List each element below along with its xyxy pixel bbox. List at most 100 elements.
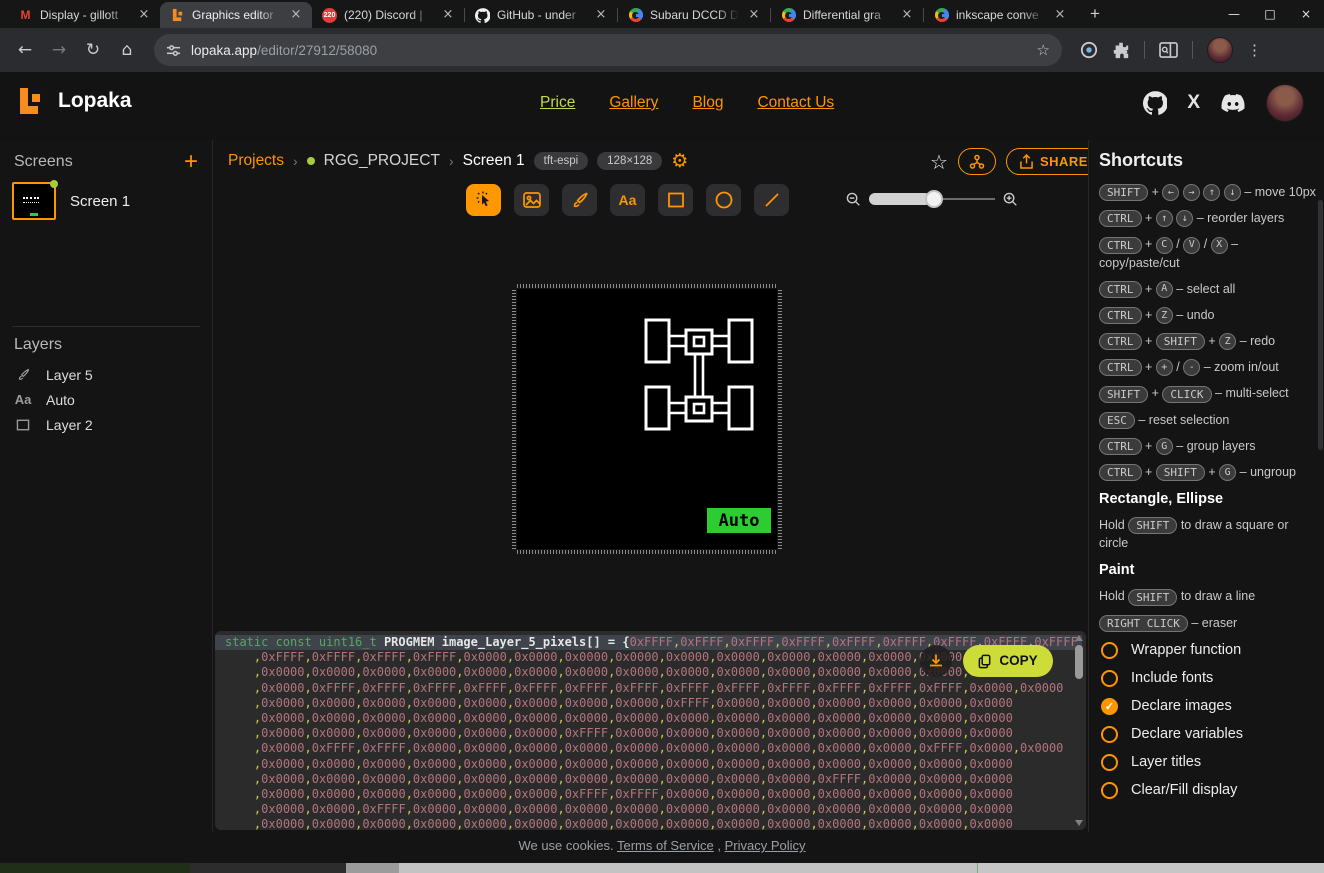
zoom-slider-knob[interactable] [925,190,943,208]
brand[interactable]: Lopaka [16,86,132,116]
reload-icon[interactable]: ↻ [76,40,110,60]
nav-link-blog[interactable]: Blog [692,94,723,112]
shortcut-row: Hold SHIFT to draw a square or circle [1099,516,1318,552]
option-declare-variables[interactable]: Declare variables [1101,720,1318,748]
browser-tab-1[interactable]: MDisplay - gillott× [8,2,160,28]
auto-text-layer[interactable]: Auto [707,508,771,533]
favorite-star-icon[interactable]: ☆ [930,150,948,174]
shortcut-row: Hold SHIFT to draw a line [1099,587,1318,605]
breadcrumb-projects-link[interactable]: Projects [228,152,284,170]
code-scrollbar[interactable] [1074,633,1084,828]
back-icon[interactable]: ← [8,40,42,60]
tabs-container: MDisplay - gillott×Graphics editor×220(2… [8,2,1076,28]
zoom-slider[interactable] [869,190,995,208]
tool-paint-button[interactable] [562,184,597,216]
screen-list-item[interactable]: Screen 1 [12,182,130,220]
layer-item-layer-5[interactable]: Layer 5 [14,362,202,387]
browser-tab-6[interactable]: Differential gra× [771,2,923,28]
radio-icon[interactable] [1101,782,1118,799]
option-include-fonts[interactable]: Include fonts [1101,664,1318,692]
tool-text-button[interactable]: Aa [610,184,645,216]
desktop-light-sliver [978,863,1324,873]
screen-label[interactable]: Screen 1 [70,193,130,210]
option-layer-titles[interactable]: Layer titles [1101,748,1318,776]
browser-tab-3[interactable]: 220(220) Discord |× [312,2,464,28]
share-label: SHARE [1040,154,1088,169]
add-screen-button[interactable]: + [184,152,198,172]
tool-select-button[interactable] [466,184,501,216]
fork-button[interactable] [958,148,996,175]
browser-tab-2[interactable]: Graphics editor× [160,2,312,28]
editor-canvas[interactable]: Auto [517,289,777,549]
tool-rectangle-button[interactable] [658,184,693,216]
option-label: Declare images [1131,698,1232,714]
option-clear-fill-display[interactable]: Clear/Fill display [1101,776,1318,804]
download-button[interactable] [920,645,952,677]
new-tab-button[interactable]: + [1082,2,1108,28]
profile-avatar[interactable] [1266,84,1304,122]
close-button[interactable]: × [1288,0,1324,28]
privacy-link[interactable]: Privacy Policy [725,838,806,853]
zoom-out-icon[interactable] [846,192,861,207]
tab-close-icon[interactable]: × [593,7,609,23]
browser-tab-5[interactable]: Subaru DCCD D× [618,2,770,28]
page-scrollbar-thumb[interactable] [1318,200,1323,450]
tool-ellipse-button[interactable] [706,184,741,216]
code-output-panel[interactable]: static const uint16_t PROGMEM image_Laye… [215,631,1086,830]
key-badge: CTRL [1099,307,1142,324]
nav-link-gallery[interactable]: Gallery [609,94,658,112]
copy-button[interactable]: COPY [963,645,1053,677]
extensions-puzzle-icon[interactable] [1112,41,1130,59]
browser-tab-4[interactable]: GitHub - under× [465,2,617,28]
radio-icon[interactable] [1101,726,1118,743]
github-icon[interactable] [1143,91,1167,115]
key-badge: RIGHT CLICK [1099,615,1188,632]
tab-close-icon[interactable]: × [136,7,152,23]
nav-link-price[interactable]: Price [540,94,575,112]
tab-close-icon[interactable]: × [899,7,915,23]
browser-menu-icon[interactable]: ⋮ [1247,41,1262,59]
option-wrapper-function[interactable]: Wrapper function [1101,636,1318,664]
site-settings-icon[interactable] [166,43,181,58]
extension-icon[interactable] [1080,41,1098,59]
layer-item-layer-2[interactable]: Layer 2 [14,412,202,437]
tab-close-icon[interactable]: × [746,7,762,23]
radio-icon[interactable] [1101,670,1118,687]
address-bar[interactable]: lopaka.app/editor/27912/58080 ☆ [154,34,1062,66]
browser-tab-7[interactable]: inkscape conve× [924,2,1076,28]
bookmark-star-icon[interactable]: ☆ [1037,41,1050,59]
tool-line-button[interactable] [754,184,789,216]
shortcut-text: to draw a line [1181,589,1255,603]
code-scrollbar-thumb[interactable] [1075,645,1083,679]
tab-close-icon[interactable]: × [440,7,456,23]
scroll-up-icon[interactable] [1075,635,1083,641]
tool-image-button[interactable] [514,184,549,216]
layer-label: Auto [46,392,75,408]
radio-icon[interactable] [1101,642,1118,659]
code-line: ,0x0000,0xFFFF,0xFFFF,0xFFFF,0xFFFF,0xFF… [225,681,1072,696]
nav-link-contact-us[interactable]: Contact Us [757,94,834,112]
zoom-in-icon[interactable] [1003,192,1018,207]
radio-checked-icon[interactable]: ✓ [1101,698,1118,715]
minimize-button[interactable]: — [1216,0,1252,28]
forward-icon[interactable]: → [42,40,76,60]
side-panel-search-icon[interactable] [1159,42,1178,59]
x-twitter-icon[interactable]: X [1187,92,1200,114]
scroll-down-icon[interactable] [1075,820,1083,826]
terms-link[interactable]: Terms of Service [617,838,714,853]
home-icon[interactable]: ⌂ [110,40,144,60]
screen-thumbnail[interactable] [12,182,56,220]
discord-icon[interactable] [1220,93,1246,113]
layer-item-auto[interactable]: Aa Auto [14,387,202,412]
option-declare-images[interactable]: ✓ Declare images [1101,692,1318,720]
tab-close-icon[interactable]: × [288,7,304,23]
browser-toolbar: ← → ↻ ⌂ lopaka.app/editor/27912/58080 ☆ … [0,28,1324,72]
browser-profile-avatar[interactable] [1207,37,1233,63]
shortcut-text: Hold [1099,589,1125,603]
text-layer-icon: Aa [14,392,32,407]
settings-gear-icon[interactable]: ⚙ [671,150,688,172]
maximize-button[interactable]: □ [1252,0,1288,28]
radio-icon[interactable] [1101,754,1118,771]
breadcrumb-project-name[interactable]: RGG_PROJECT [324,152,440,170]
tab-close-icon[interactable]: × [1052,7,1068,23]
